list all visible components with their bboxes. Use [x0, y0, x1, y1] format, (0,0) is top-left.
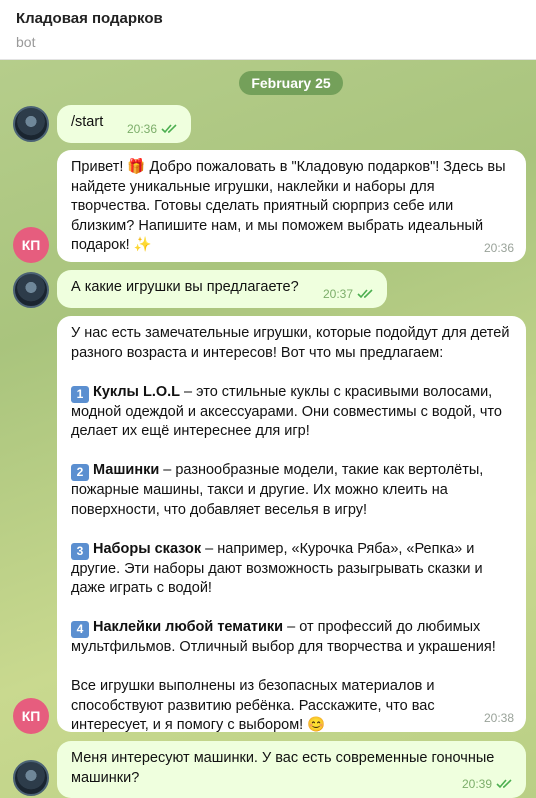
item-title: Наклейки любой тематики	[93, 619, 284, 635]
user-avatar[interactable]	[13, 106, 49, 142]
message-line: модной одеждой и аксессуарами. Они совме…	[71, 403, 502, 420]
message-incoming: У нас есть замечательные игрушки, которы…	[57, 316, 526, 733]
date-chip: February 25	[239, 71, 343, 95]
message-outgoing: Меня интересуют машинки. У вас есть совр…	[57, 741, 526, 798]
message-incoming: Привет! 🎁 Добро пожаловать в "Кладовую п…	[57, 150, 526, 262]
message-line: подарок! ✨	[71, 237, 152, 253]
message-line: разного возраста и интересов! Вот что мы…	[71, 344, 444, 361]
message-line: делает их ещё интереснее для игр!	[71, 423, 310, 439]
message-line: даже играть с водой!	[71, 580, 212, 596]
message-outgoing: /start 20:36	[57, 105, 191, 143]
item-text: – например, «Курочка Ряба», «Репка» и	[201, 540, 475, 557]
item-text: – разнообразные модели, такие как вертол…	[159, 462, 484, 478]
chat-title: Кладовая подарков	[16, 10, 163, 27]
message-line: мультфильмов. Отличный выбор для творчес…	[71, 639, 496, 655]
chat-subtitle: bot	[16, 34, 36, 50]
message-line: интересует, и я помогу с выбором! 😊	[71, 717, 326, 733]
keycap-2-icon: 2	[71, 464, 89, 481]
message-meta: 20:36	[484, 239, 514, 259]
message-line: машинки?	[71, 769, 140, 786]
list-item: 4 Наклейки любой тематики – от профессий …	[71, 618, 512, 638]
message-time: 20:36	[483, 240, 514, 255]
message-line: найдете уникальные игрушки, наклейки и н…	[71, 178, 435, 195]
list-item: 1 Куклы L.O.L – это стильные куклы с крас…	[71, 383, 512, 403]
keycap-1-icon: 1	[71, 385, 89, 403]
bot-avatar[interactable]: КП	[13, 698, 49, 734]
message-line: поверхности, что добавляет веселья в игр…	[71, 501, 368, 518]
message-line: У нас есть замечательные игрушки, которы…	[71, 325, 510, 341]
bot-avatar[interactable]: КП	[13, 227, 49, 263]
keycap-4-icon: 4	[71, 621, 89, 638]
user-avatar[interactable]	[13, 760, 49, 796]
message-line: пожарные машины, такси и другие. Их можн…	[71, 482, 448, 498]
message-time: 20:37	[322, 286, 353, 301]
message-meta: 20:37	[323, 285, 375, 305]
message-line: Меня интересуют машинки. У вас есть совр…	[71, 750, 495, 766]
message-meta: 20:36	[127, 120, 179, 140]
item-title: Машинки	[93, 462, 160, 478]
message-line: Привет! 🎁 Добро пожаловать в "Кладовую п…	[71, 159, 506, 175]
item-title: Наборы сказок	[93, 540, 202, 557]
message-line: Все игрушки выполнены из безопасных мате…	[71, 678, 435, 694]
list-item: 2 Машинки – разнообразные модели, такие к…	[71, 461, 512, 481]
double-check-icon	[161, 124, 177, 134]
item-text: – от профессий до любимых	[283, 619, 481, 635]
list-item: 3 Наборы сказок – например, «Курочка Ряба…	[71, 540, 512, 560]
chat-header[interactable]: Кладовая подарков bot	[0, 0, 536, 60]
message-meta: 20:38	[484, 709, 514, 729]
message-time: 20:39	[461, 776, 492, 791]
message-outgoing: А какие игрушки вы предлагаете? 20:37	[57, 270, 387, 308]
message-meta: 20:39	[462, 775, 514, 795]
message-time: 20:36	[126, 121, 157, 136]
item-title: Куклы L.O.L	[93, 383, 181, 400]
keycap-3-icon: 3	[71, 542, 89, 560]
message-line: другие. Эти наборы дают возможность разы…	[71, 560, 483, 577]
message-line: творчества. Готовы сделать приятный сюрп…	[71, 198, 454, 214]
item-text: – это стильные куклы с красивыми волосам…	[180, 383, 493, 400]
message-line: способствуют развитию ребёнка. Расскажит…	[71, 697, 435, 714]
message-time: 20:38	[483, 710, 514, 725]
double-check-icon	[496, 779, 512, 789]
message-line: близким? Напишите нам, и мы поможем выбр…	[71, 217, 484, 234]
user-avatar[interactable]	[13, 272, 49, 308]
double-check-icon	[357, 289, 373, 299]
